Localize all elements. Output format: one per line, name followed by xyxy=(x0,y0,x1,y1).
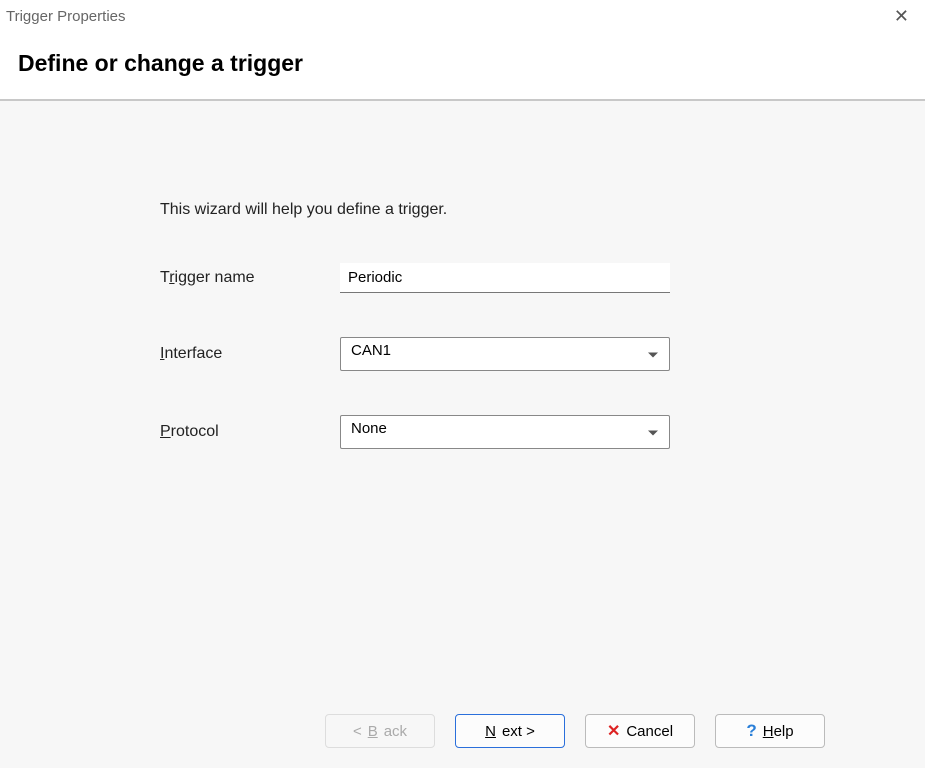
protocol-select-wrap[interactable]: None xyxy=(340,415,670,449)
intro-text: This wizard will help you define a trigg… xyxy=(160,201,925,219)
next-button[interactable]: Next > xyxy=(455,714,565,748)
titlebar: Trigger Properties ✕ xyxy=(0,0,925,30)
help-question-icon: ? xyxy=(746,721,756,741)
back-button: < Back xyxy=(325,714,435,748)
trigger-name-input[interactable] xyxy=(340,263,670,293)
row-trigger-name: Trigger name xyxy=(160,263,925,293)
cancel-x-icon: ✕ xyxy=(607,721,620,741)
close-icon[interactable]: ✕ xyxy=(888,6,915,27)
page-title: Define or change a trigger xyxy=(18,50,907,77)
interface-select-wrap[interactable]: CAN1 xyxy=(340,337,670,371)
wizard-body: This wizard will help you define a trigg… xyxy=(0,101,925,694)
wizard-header: Define or change a trigger xyxy=(0,30,925,101)
wizard-footer: < Back Next > ✕ Cancel ? Help xyxy=(0,694,925,768)
label-protocol: Protocol xyxy=(160,423,340,441)
row-protocol: Protocol None xyxy=(160,415,925,449)
cancel-button[interactable]: ✕ Cancel xyxy=(585,714,695,748)
help-button[interactable]: ? Help xyxy=(715,714,825,748)
row-interface: Interface CAN1 xyxy=(160,337,925,371)
window-title: Trigger Properties xyxy=(6,8,126,25)
label-trigger-name: Trigger name xyxy=(160,269,340,287)
label-interface: Interface xyxy=(160,345,340,363)
protocol-select[interactable]: None xyxy=(340,415,670,449)
interface-select[interactable]: CAN1 xyxy=(340,337,670,371)
